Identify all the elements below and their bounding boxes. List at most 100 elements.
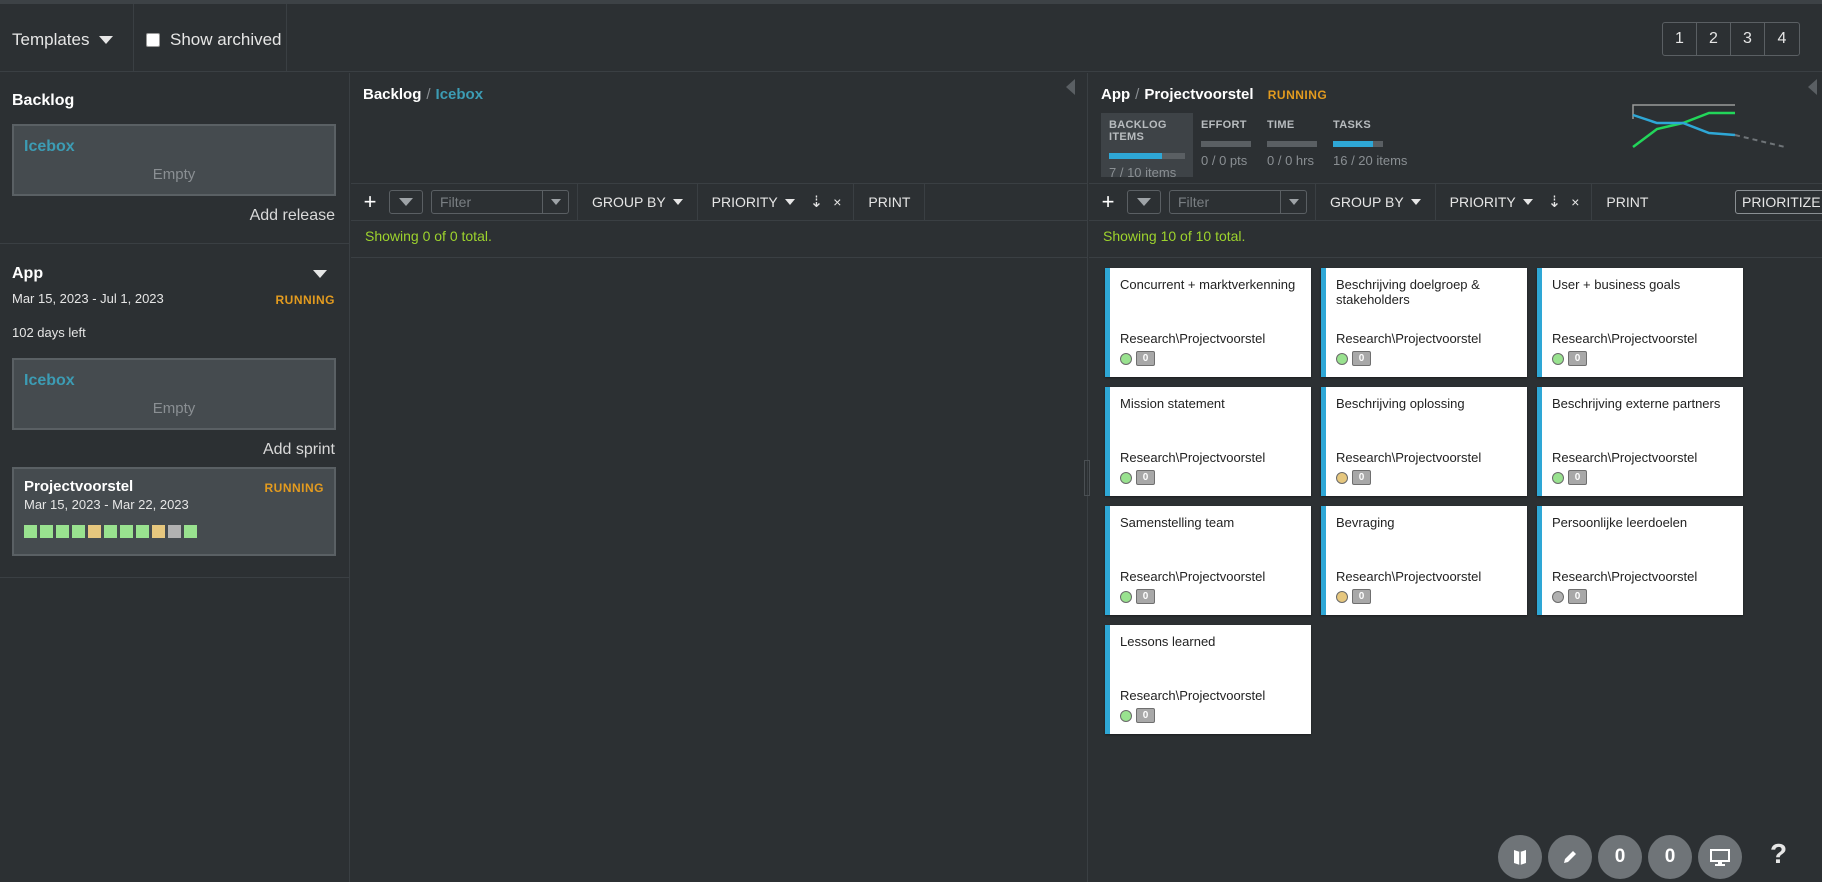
stat-tab[interactable]: EFFORT 0 / 0 pts (1193, 113, 1259, 177)
filter-dropdown-button[interactable] (543, 190, 569, 214)
stat-label: TIME (1267, 119, 1295, 131)
print-button[interactable]: PRINT (1592, 183, 1662, 221)
book-button[interactable] (1498, 835, 1542, 879)
completed-line (1632, 111, 1735, 148)
stat-tab[interactable]: TIME 0 / 0 hrs (1259, 113, 1325, 177)
edit-button[interactable] (1548, 835, 1592, 879)
backlog-item-card[interactable]: Beschrijving oplossing Research\Projectvo… (1321, 387, 1527, 496)
sprint-item-square (120, 525, 133, 538)
backlog-item-card[interactable]: Samenstelling team Research\Projectvoorst… (1105, 506, 1311, 615)
page-button-1[interactable]: 1 (1663, 23, 1697, 55)
backlog-item-card[interactable]: Beschrijving externe partners Research\Pr… (1537, 387, 1743, 496)
priority-label: PRIORITY (711, 194, 778, 210)
divider (924, 183, 926, 221)
sprint-item-square (56, 525, 69, 538)
present-button[interactable] (1698, 835, 1742, 879)
backlog-item-card[interactable]: User + business goals Research\Projectvoo… (1537, 268, 1743, 377)
show-archived-toggle[interactable]: Show archived (146, 30, 282, 50)
card-path: Research\Projectvoorstel (1552, 450, 1698, 465)
breadcrumb-sprint[interactable]: Projectvoorstel (1144, 86, 1253, 103)
task-count-badge: 0 (1136, 470, 1155, 485)
backlog-icebox[interactable]: Icebox Empty (12, 124, 336, 196)
backlog-item-card[interactable]: Persoonlijke leerdoelen Research\Projectv… (1537, 506, 1743, 615)
card-path: Research\Projectvoorstel (1336, 450, 1482, 465)
filter-dropdown-button[interactable] (1281, 190, 1307, 214)
backlog-item-card[interactable]: Concurrent + marktverkenning Research\Pro… (1105, 268, 1311, 377)
breadcrumb-separator: / (426, 86, 431, 103)
add-item-button[interactable]: + (1089, 189, 1127, 215)
breadcrumb-icebox[interactable]: Icebox (436, 86, 484, 103)
sort-priority-dropdown[interactable]: PRIORITY ⇣ (1436, 183, 1566, 221)
status-dot-icon[interactable] (1552, 591, 1564, 603)
sort-descending-icon[interactable]: ⇣ (1548, 192, 1561, 212)
status-dot-icon[interactable] (1336, 591, 1348, 603)
filter-input[interactable]: Filter (431, 190, 543, 214)
status-dot-icon[interactable] (1552, 353, 1564, 365)
counter-button-b[interactable]: 0 (1648, 835, 1692, 879)
stat-tab[interactable]: BACKLOG ITEMS 7 / 10 items (1101, 113, 1193, 180)
templates-label: Templates (12, 30, 90, 49)
card-title: Lessons learned (1120, 634, 1216, 649)
backlog-item-card[interactable]: Lessons learned Research\Projectvoorstel 0 (1105, 625, 1311, 734)
help-button[interactable]: ? (1770, 838, 1787, 870)
card-title: Persoonlijke leerdoelen (1552, 515, 1688, 530)
planning-sidebar: Backlog Icebox Empty Add release App Mar… (0, 73, 350, 882)
page-button-4[interactable]: 4 (1765, 23, 1799, 55)
clear-sort-button[interactable]: × (827, 194, 853, 210)
page-button-2[interactable]: 2 (1697, 23, 1731, 55)
show-archived-checkbox[interactable] (146, 33, 160, 47)
pencil-icon (1564, 851, 1576, 863)
page-button-3[interactable]: 3 (1731, 23, 1765, 55)
add-options-dropdown[interactable] (1127, 190, 1161, 214)
collapse-pane-icon[interactable] (1066, 79, 1075, 95)
remaining-line (1632, 113, 1736, 137)
add-release-link[interactable]: Add release (250, 207, 335, 225)
status-dot-icon[interactable] (1120, 710, 1132, 722)
status-dot-icon[interactable] (1336, 353, 1348, 365)
status-dot-icon[interactable] (1120, 472, 1132, 484)
sort-descending-icon[interactable]: ⇣ (810, 192, 823, 212)
release-days-left: 102 days left (12, 325, 86, 340)
release-menu-chevron-icon[interactable] (313, 270, 327, 278)
backlog-item-card[interactable]: Mission statement Research\Projectvoorste… (1105, 387, 1311, 496)
sprint-card[interactable]: Projectvoorstel RUNNING Mar 15, 2023 - M… (12, 467, 336, 556)
sprint-item-square (136, 525, 149, 538)
sort-priority-dropdown[interactable]: PRIORITY ⇣ (698, 183, 828, 221)
counter-button-a[interactable]: 0 (1598, 835, 1642, 879)
templates-dropdown[interactable]: Templates (12, 30, 114, 50)
breadcrumb-release[interactable]: App (1101, 86, 1130, 103)
collapse-pane-icon[interactable] (1808, 79, 1817, 95)
chevron-down-icon (1137, 198, 1151, 206)
breadcrumb-backlog[interactable]: Backlog (363, 86, 421, 103)
priority-label: PRIORITY (1449, 194, 1516, 210)
status-dot-icon[interactable] (1120, 353, 1132, 365)
add-options-dropdown[interactable] (389, 190, 423, 214)
stat-tab[interactable]: TASKS 16 / 20 items (1325, 113, 1407, 177)
divider (1089, 257, 1822, 258)
filter-input[interactable]: Filter (1169, 190, 1281, 214)
group-by-dropdown[interactable]: GROUP BY (1316, 183, 1435, 221)
release-title[interactable]: App (12, 265, 43, 283)
add-item-button[interactable]: + (351, 189, 389, 215)
prioritize-button[interactable]: PRIORITIZE (1735, 190, 1822, 214)
card-title: User + business goals (1552, 277, 1681, 292)
backlog-item-card[interactable]: Beschrijving doelgroep & stakeholders Res… (1321, 268, 1527, 377)
backlog-item-card[interactable]: Bevraging Research\Projectvoorstel 0 (1321, 506, 1527, 615)
backlog-title[interactable]: Backlog (12, 92, 74, 110)
print-button[interactable]: PRINT (854, 183, 924, 221)
showing-count: Showing 0 of 0 total. (365, 228, 492, 244)
add-sprint-link[interactable]: Add sprint (263, 441, 335, 459)
task-count-badge: 0 (1568, 470, 1587, 485)
status-dot-icon[interactable] (1336, 472, 1348, 484)
stat-value: 0 / 0 hrs (1267, 153, 1314, 168)
divider (133, 4, 134, 72)
card-title: Beschrijving doelgroep & stakeholders (1336, 277, 1480, 307)
group-by-dropdown[interactable]: GROUP BY (578, 183, 697, 221)
chevron-down-icon (99, 36, 114, 44)
status-dot-icon[interactable] (1120, 591, 1132, 603)
clear-sort-button[interactable]: × (1565, 194, 1591, 210)
release-icebox[interactable]: Icebox Empty (12, 358, 336, 430)
status-dot-icon[interactable] (1552, 472, 1564, 484)
card-path: Research\Projectvoorstel (1336, 569, 1482, 584)
sprint-item-square (24, 525, 37, 538)
